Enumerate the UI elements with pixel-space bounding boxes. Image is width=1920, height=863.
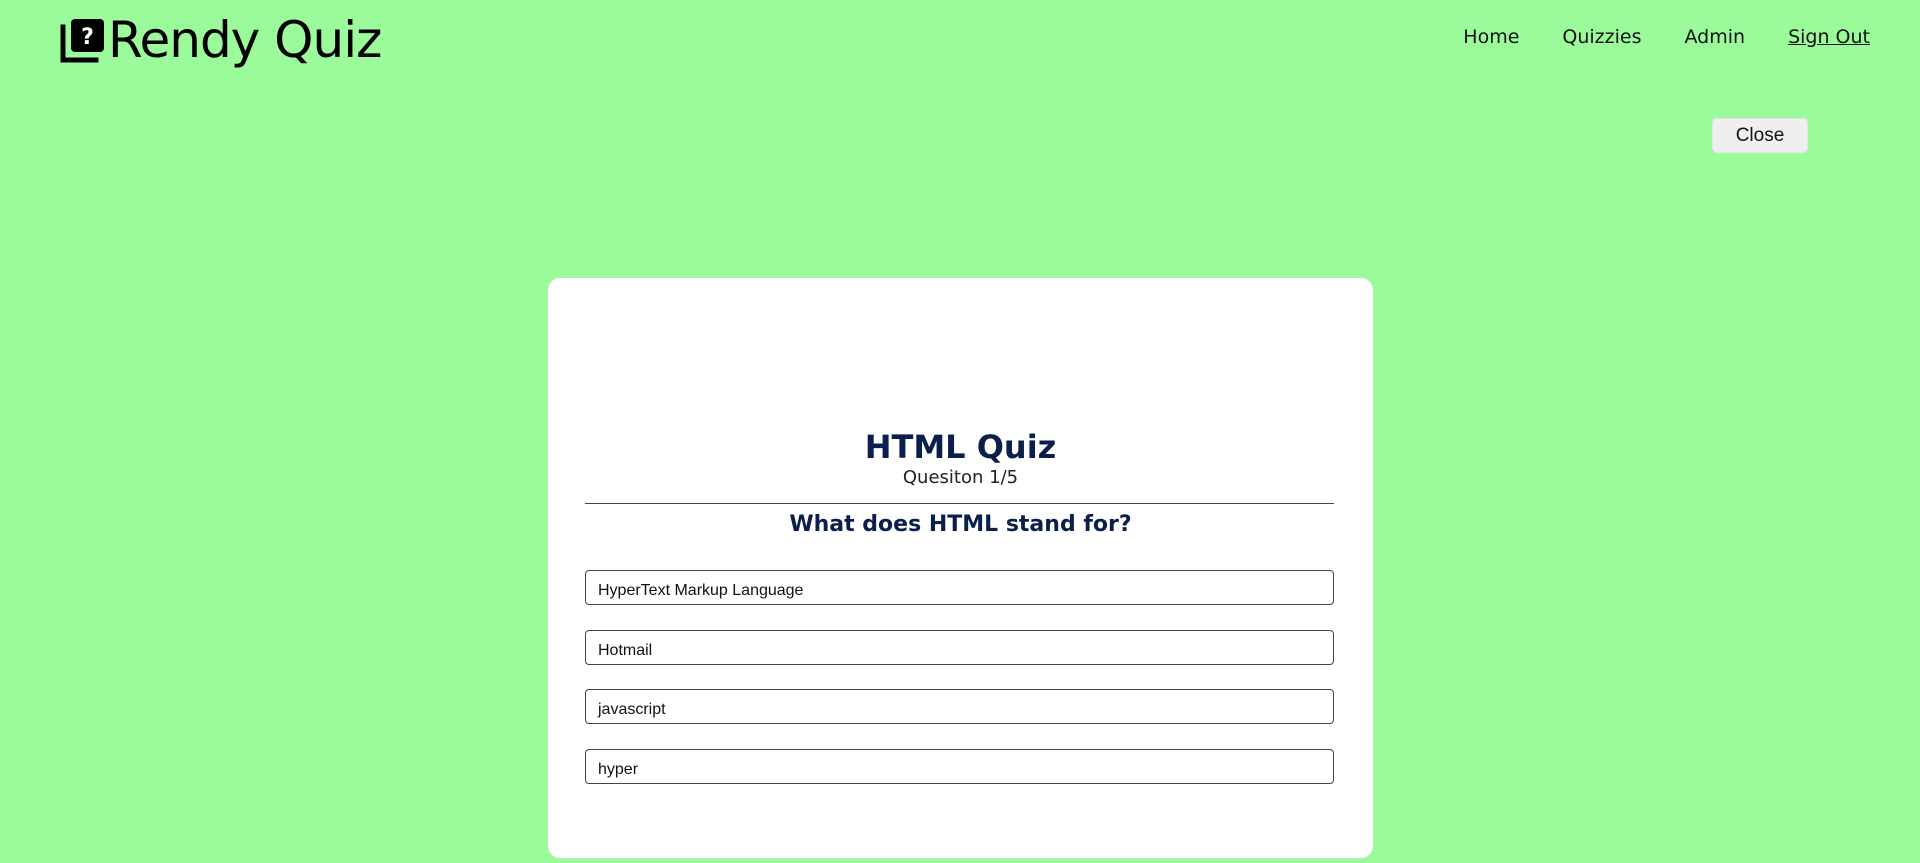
nav-link-home[interactable]: Home bbox=[1463, 26, 1519, 48]
answer-option-3[interactable]: javascript bbox=[585, 689, 1334, 724]
answer-label: hyper bbox=[598, 761, 639, 778]
quiz-title: HTML Quiz bbox=[864, 428, 1057, 466]
main-nav: Home Quizzies Admin Sign Out bbox=[1420, 26, 1870, 48]
answer-option-2[interactable]: Hotmail bbox=[585, 630, 1334, 665]
brand-logo-link[interactable]: ? Rendy Quiz bbox=[60, 11, 382, 69]
nav-link-quizzies[interactable]: Quizzies bbox=[1562, 26, 1641, 48]
answer-label: HyperText Markup Language bbox=[598, 582, 804, 599]
answer-label: javascript bbox=[598, 701, 666, 718]
question-text: What does HTML stand for? bbox=[789, 512, 1132, 537]
quiz-question-icon: ? bbox=[60, 19, 104, 63]
answer-option-1[interactable]: HyperText Markup Language bbox=[585, 570, 1334, 605]
top-navbar: ? Rendy Quiz Home Quizzies Admin Sign Ou… bbox=[0, 0, 1920, 80]
nav-link-sign-out[interactable]: Sign Out bbox=[1788, 26, 1870, 48]
answer-label: Hotmail bbox=[598, 642, 653, 659]
quiz-card: HTML Quiz Quesiton 1/5 What does HTML st… bbox=[548, 278, 1373, 858]
question-progress: Quesiton 1/5 bbox=[902, 467, 1019, 488]
brand-title: Rendy Quiz bbox=[108, 11, 382, 69]
answer-option-4[interactable]: hyper bbox=[585, 749, 1334, 784]
divider bbox=[585, 503, 1334, 504]
nav-link-admin[interactable]: Admin bbox=[1685, 26, 1746, 48]
close-button[interactable]: Close bbox=[1712, 118, 1808, 153]
svg-text:?: ? bbox=[81, 25, 94, 50]
